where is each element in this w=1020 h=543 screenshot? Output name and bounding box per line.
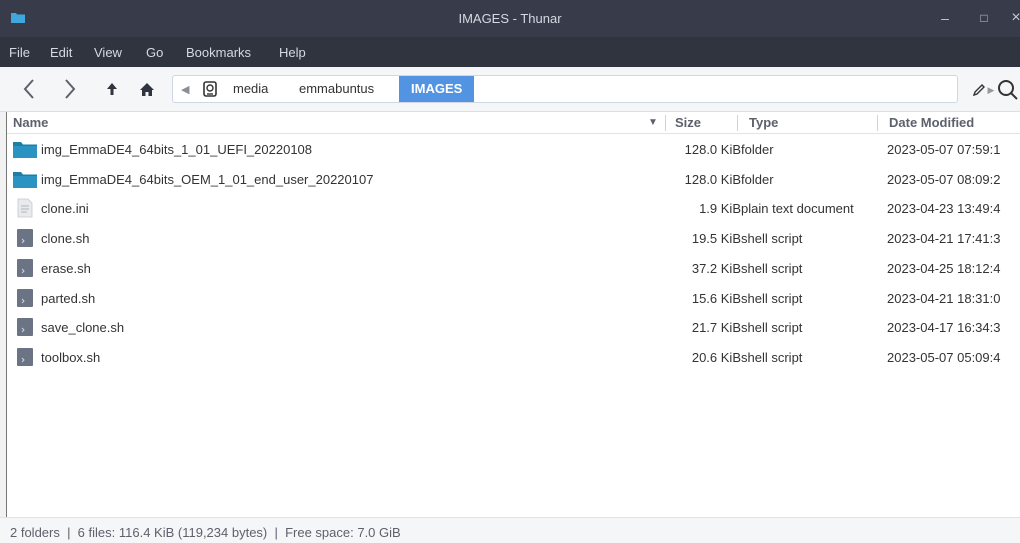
file-type: shell script	[741, 290, 803, 306]
folder-icon	[13, 139, 37, 159]
column-separator[interactable]	[665, 115, 666, 131]
file-date: 2023-05-07 05:09:4	[887, 349, 1001, 365]
file-type: shell script	[741, 231, 803, 247]
file-name: erase.sh	[41, 260, 91, 276]
file-date: 2023-05-07 07:59:1	[887, 142, 1001, 157]
drive-icon[interactable]	[203, 81, 217, 97]
file-size: 128.0 KiB	[684, 142, 741, 157]
table-row[interactable]: erase.sh 37.2 KiB shell script 2023-04-25 1…	[7, 254, 1020, 283]
file-size: 19.5 KiB	[691, 231, 741, 247]
file-size: 21.7 KiB	[691, 320, 741, 336]
status-bar: 2 folders | 6 files: 116.4 KiB (119,234 …	[0, 517, 1020, 543]
table-row[interactable]: clone.ini 1.9 KiB plain text document 2023-…	[7, 194, 1020, 223]
column-header-type[interactable]: Type	[749, 115, 778, 130]
menu-bar: File Edit View Go Bookmarks Help	[0, 37, 1020, 67]
file-type: shell script	[741, 349, 803, 365]
minimize-button[interactable]: –	[935, 8, 955, 28]
arrow-up-icon	[107, 83, 117, 95]
column-separator[interactable]	[877, 115, 878, 131]
search-icon	[998, 80, 1018, 100]
script-file-icon	[13, 228, 37, 248]
breadcrumb-emmabuntus[interactable]: emmabuntus	[299, 76, 374, 102]
file-date: 2023-05-07 08:09:2	[887, 171, 1001, 187]
sort-descending-icon: ▼	[648, 117, 658, 128]
script-file-icon	[13, 258, 37, 278]
table-row[interactable]: clone.sh 19.5 KiB shell script 2023-04-21 1…	[7, 224, 1020, 253]
chevron-left-icon	[23, 79, 34, 99]
search-button[interactable]	[996, 78, 1020, 102]
file-name: clone.ini	[41, 201, 89, 217]
breadcrumb-scroll-left[interactable]: ◀	[181, 77, 189, 103]
forward-button[interactable]	[55, 75, 85, 103]
column-header-name[interactable]: Name	[13, 115, 48, 130]
file-name: save_clone.sh	[41, 320, 125, 336]
file-list-view[interactable]: Name ▼ Size Type Date Modified img_EmmaD…	[6, 112, 1020, 517]
menu-view[interactable]: View	[94, 45, 122, 60]
file-name: img_EmmaDE4_64bits_OEM_1_01_end_user_202…	[41, 171, 374, 187]
file-type: shell script	[741, 320, 803, 336]
maximize-button[interactable]: □	[974, 8, 994, 28]
script-file-icon	[13, 347, 37, 367]
breadcrumb: ◀ media emmabuntus IMAGES	[172, 75, 958, 103]
menu-edit[interactable]: Edit	[50, 45, 72, 60]
column-separator[interactable]	[737, 115, 738, 131]
table-row[interactable]: img_EmmaDE4_64bits_OEM_1_01_end_user_202…	[7, 165, 1020, 194]
file-type: plain text document	[741, 201, 854, 217]
back-button[interactable]	[14, 75, 44, 103]
chevron-right-icon	[65, 79, 76, 99]
file-name: parted.sh	[41, 290, 96, 306]
file-date: 2023-04-17 16:34:3	[887, 320, 1001, 336]
file-date: 2023-04-25 18:12:4	[887, 260, 1001, 276]
home-button[interactable]	[135, 77, 159, 101]
table-row[interactable]: toolbox.sh 20.6 KiB shell script 2023-05-07…	[7, 343, 1020, 372]
file-date: 2023-04-21 18:31:0	[887, 290, 1001, 306]
up-button[interactable]	[100, 77, 124, 101]
menu-bookmarks[interactable]: Bookmarks	[186, 45, 251, 60]
menu-go[interactable]: Go	[146, 45, 163, 60]
file-size: 128.0 KiB	[684, 171, 741, 187]
breadcrumb-scroll-right[interactable]: ▶	[986, 84, 996, 96]
file-type: shell script	[741, 260, 803, 276]
column-headers: Name ▼ Size Type Date Modified	[7, 112, 1020, 134]
folder-icon	[13, 169, 37, 189]
table-row[interactable]: img_EmmaDE4_64bits_1_01_UEFI_20220108 128…	[7, 135, 1020, 164]
file-type: folder	[741, 142, 774, 157]
menu-help[interactable]: Help	[279, 45, 306, 60]
table-row[interactable]: save_clone.sh 21.7 KiB shell script 2023-04…	[7, 313, 1020, 342]
pencil-icon	[972, 84, 985, 97]
breadcrumb-images[interactable]: IMAGES	[399, 76, 475, 102]
file-name: toolbox.sh	[41, 349, 101, 365]
script-file-icon	[13, 288, 37, 308]
file-size: 1.9 KiB	[699, 201, 741, 217]
status-text: 2 folders | 6 files: 116.4 KiB (119,234 …	[10, 525, 401, 540]
file-size: 15.6 KiB	[691, 290, 741, 306]
window-title: IMAGES - Thunar	[458, 11, 562, 26]
file-name: clone.sh	[41, 231, 90, 247]
file-date: 2023-04-23 13:49:4	[887, 201, 1001, 217]
column-header-size[interactable]: Size	[675, 115, 701, 130]
table-row[interactable]: parted.sh 15.6 KiB shell script 2023-04-21 …	[7, 284, 1020, 313]
column-header-date[interactable]: Date Modified	[889, 115, 974, 130]
file-size: 37.2 KiB	[691, 260, 741, 276]
home-icon	[140, 82, 154, 96]
breadcrumb-media[interactable]: media	[233, 76, 268, 102]
script-file-icon	[13, 317, 37, 337]
menu-file[interactable]: File	[9, 45, 30, 60]
close-button[interactable]: ×	[1006, 8, 1020, 28]
file-size: 20.6 KiB	[691, 349, 741, 365]
file-type: folder	[741, 171, 774, 187]
file-name: img_EmmaDE4_64bits_1_01_UEFI_20220108	[41, 142, 313, 157]
title-bar[interactable]: IMAGES - Thunar – □ ×	[0, 0, 1020, 37]
file-date: 2023-04-21 17:41:3	[887, 231, 1001, 247]
text-file-icon	[13, 198, 37, 218]
